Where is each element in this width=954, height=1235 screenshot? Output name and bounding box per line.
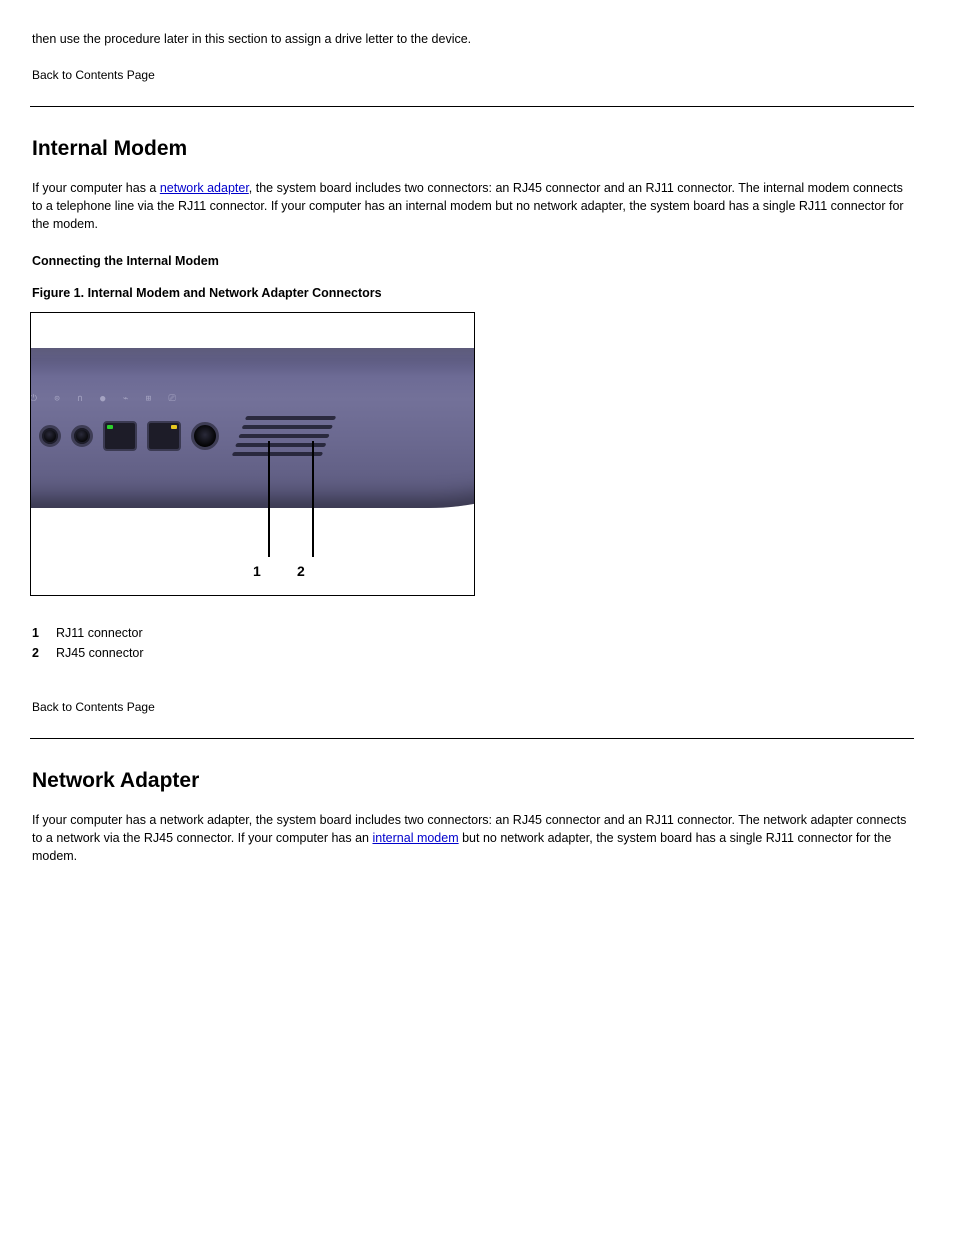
back-to-contents-link[interactable]: Back to Contents Page: [32, 68, 914, 82]
audio-out-jack-icon: [39, 425, 61, 447]
svideo-port-icon: [191, 422, 219, 450]
figure-1-legend: 1 RJ11 connector 2 RJ45 connector: [32, 626, 914, 660]
internal-modem-link[interactable]: internal modem: [372, 831, 458, 845]
rj45-connector-icon: [147, 421, 181, 451]
connecting-internal-modem-subheading: Connecting the Internal Modem: [32, 254, 914, 268]
legend-row-2: 2 RJ45 connector: [32, 646, 914, 660]
divider: [30, 106, 914, 107]
callout-line-2: [312, 441, 314, 557]
divider-2: [30, 738, 914, 739]
ports-row: [30, 410, 329, 462]
text-body-pre: If your computer has a: [32, 181, 160, 195]
figure-1-image: ▯ ⏻ ⊙ ∩ ● ⌁ ⊞ ⎚ 1 2: [30, 312, 475, 596]
legend-row-1: 1 RJ11 connector: [32, 626, 914, 640]
audio-in-jack-icon: [71, 425, 93, 447]
rj11-connector-icon: [103, 421, 137, 451]
network-adapter-heading: Network Adapter: [32, 769, 914, 793]
legend-text-2: RJ45 connector: [56, 646, 144, 660]
laptop-side-illustration: ▯ ⏻ ⊙ ∩ ● ⌁ ⊞ ⎚: [30, 348, 475, 508]
network-adapter-link[interactable]: network adapter: [160, 181, 249, 195]
legend-num-2: 2: [32, 646, 56, 660]
network-adapter-body: If your computer has a network adapter, …: [32, 811, 914, 865]
cooling-vents-icon: [232, 416, 337, 456]
back-to-contents-link-2[interactable]: Back to Contents Page: [32, 700, 914, 714]
port-icons-row: ▯ ⏻ ⊙ ∩ ● ⌁ ⊞ ⎚: [30, 394, 182, 404]
legend-text-1: RJ11 connector: [56, 626, 143, 640]
callout-number-2: 2: [297, 563, 305, 579]
figure-1-caption: Figure 1. Internal Modem and Network Ada…: [32, 286, 914, 300]
internal-modem-body: If your computer has a network adapter, …: [32, 179, 914, 233]
legend-num-1: 1: [32, 626, 56, 640]
internal-modem-heading: Internal Modem: [32, 137, 914, 161]
callout-line-1: [268, 441, 270, 557]
callout-number-1: 1: [253, 563, 261, 579]
intro-paragraph: then use the procedure later in this sec…: [32, 30, 914, 48]
